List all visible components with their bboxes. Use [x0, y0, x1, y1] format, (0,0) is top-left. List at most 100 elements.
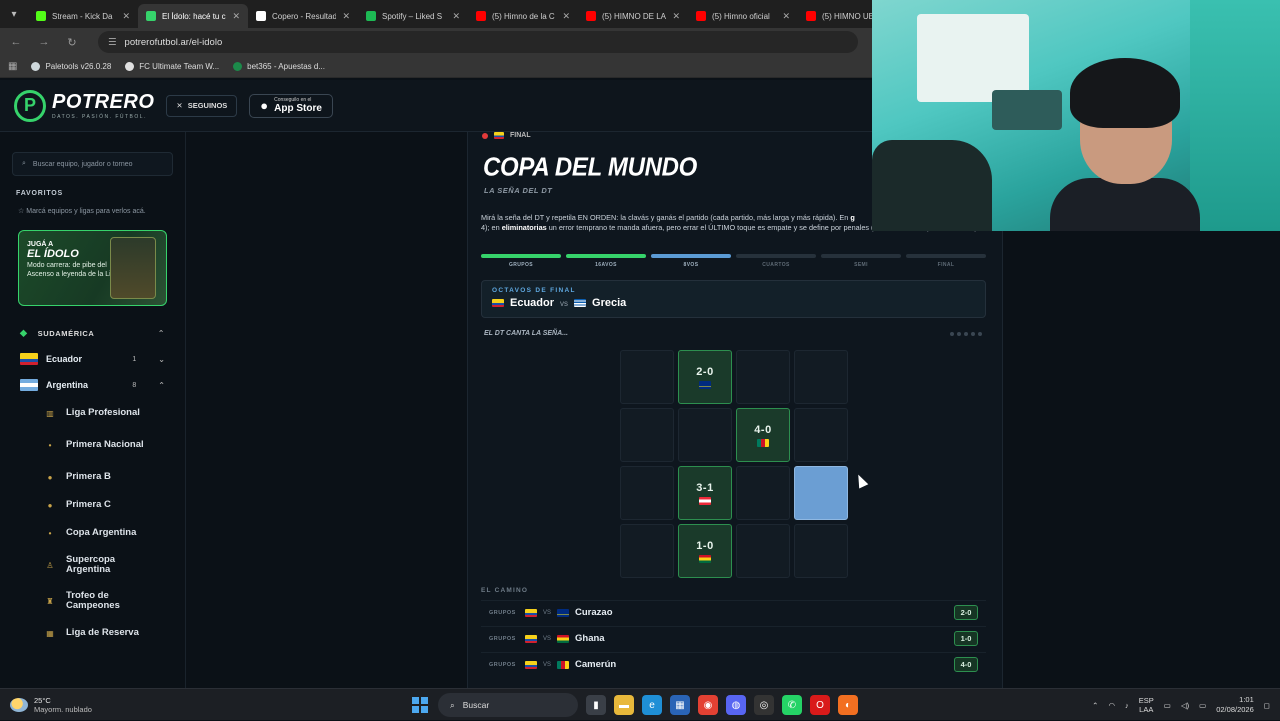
- url-field[interactable]: ☰ potrerofutbol.ar/el-idolo: [98, 31, 858, 53]
- potrero-logo[interactable]: P POTRERO DATOS. PASIÓN. FÚTBOL.: [14, 89, 154, 122]
- apps-icon[interactable]: ▦: [8, 61, 17, 72]
- weather-temp: 25°C: [34, 695, 51, 705]
- country-argentina[interactable]: Argentina 8 ⌃: [20, 379, 165, 392]
- whatsapp-icon[interactable]: ✆: [782, 695, 802, 715]
- display-icon[interactable]: ▭: [1164, 701, 1171, 710]
- language-indicator[interactable]: ESP LAA: [1139, 696, 1154, 714]
- signal-cell[interactable]: [794, 466, 848, 520]
- sidebar-league-item[interactable]: ▦ Liga de Reserva: [44, 619, 185, 647]
- browser-tab[interactable]: El Ídolo: hacé tu c ✕: [138, 4, 248, 28]
- signal-cell[interactable]: [794, 350, 848, 404]
- bookmark-item[interactable]: bet365 - Apuestas d...: [233, 62, 325, 71]
- tab-title: Stream - Kick Da: [52, 11, 113, 21]
- browser-tab[interactable]: (5) Himno de la C ✕: [468, 4, 578, 28]
- notifications-icon[interactable]: ◻: [1264, 701, 1270, 710]
- tab-search-icon[interactable]: ▾: [0, 0, 28, 28]
- signal-cell[interactable]: [620, 408, 674, 462]
- sidebar-league-item[interactable]: • Primera Nacional: [44, 427, 185, 463]
- browser-tab[interactable]: (5) Himno oficial ✕: [688, 4, 798, 28]
- ecuador-flag-icon: [494, 132, 504, 139]
- signal-cell[interactable]: [736, 466, 790, 520]
- signal-cell[interactable]: [794, 408, 848, 462]
- start-button[interactable]: [410, 695, 430, 715]
- sidebar-league-item[interactable]: ▥ Liga Profesional: [44, 399, 185, 427]
- region-sudamerica[interactable]: ⬥ SUDAMÉRICA ⌃: [20, 328, 165, 339]
- signal-cell[interactable]: [620, 350, 674, 404]
- search-input[interactable]: ⌕ Buscar equipo, jugador o torneo: [12, 152, 173, 176]
- signal-cell[interactable]: [794, 524, 848, 578]
- close-icon[interactable]: ✕: [782, 11, 790, 22]
- follow-button[interactable]: ✕ SEGUINOS: [166, 94, 238, 117]
- country-ecuador[interactable]: Ecuador 1 ⌄: [20, 353, 165, 366]
- battery-icon[interactable]: ▭: [1199, 701, 1206, 710]
- match-stage: OCTAVOS DE FINAL: [492, 287, 576, 294]
- league-label: Copa Argentina: [66, 526, 137, 538]
- close-icon[interactable]: ✕: [452, 11, 460, 22]
- network-icon[interactable]: ◠: [1108, 701, 1115, 710]
- browser-tab[interactable]: Spotify – Liked S ✕: [358, 4, 468, 28]
- browser-tab[interactable]: Stream - Kick Da ✕: [28, 4, 138, 28]
- site-info-icon[interactable]: ☰: [108, 37, 117, 48]
- signal-cell[interactable]: 1-0: [678, 524, 732, 578]
- tournament-progress: GRUPOS 16AVOS 8VOS CUARTOS SEMI FINAL: [481, 254, 986, 268]
- signal-cell[interactable]: [620, 524, 674, 578]
- chrome-icon[interactable]: ◉: [698, 695, 718, 715]
- chevron-up-icon: ⌃: [157, 329, 165, 339]
- bookmark-label: bet365 - Apuestas d...: [247, 62, 325, 71]
- close-icon[interactable]: ✕: [342, 11, 350, 22]
- close-icon[interactable]: ✕: [562, 11, 570, 22]
- bookmark-label: Paletools v26.0.28: [45, 62, 112, 71]
- signal-cell[interactable]: [736, 524, 790, 578]
- progress-bar: [566, 254, 646, 258]
- tray-overflow-icon[interactable]: ⌃: [1092, 701, 1098, 710]
- volume-icon[interactable]: ◁): [1181, 701, 1189, 710]
- opponent-flag-icon: [557, 608, 570, 617]
- bookmark-item[interactable]: Paletools v26.0.28: [31, 62, 111, 71]
- progress-bar: [651, 254, 731, 258]
- sidebar-league-item[interactable]: ♙ Supercopa Argentina: [44, 547, 185, 583]
- taskbar-search[interactable]: ⌕ Buscar: [438, 693, 578, 717]
- sidebar-league-item[interactable]: ♜ Trofeo de Campeones: [44, 583, 185, 619]
- signal-cell[interactable]: 3-1: [678, 466, 732, 520]
- path-vs: VS: [543, 661, 552, 668]
- league-badge-icon: ▦: [46, 628, 54, 638]
- el-idolo-promo-banner[interactable]: JUGÁ A EL ÍDOLO Modo carrera: de pibe de…: [18, 230, 167, 307]
- league-badge-icon: •: [48, 440, 52, 450]
- obs-icon[interactable]: ◎: [754, 695, 774, 715]
- discord-icon[interactable]: ◍: [726, 695, 746, 715]
- wall-image: [1190, 0, 1280, 231]
- file-explorer-icon[interactable]: ▬: [614, 695, 634, 715]
- signal-cell[interactable]: [620, 466, 674, 520]
- browser-tab[interactable]: (5) HIMNO DE LA ✕: [578, 4, 688, 28]
- sidebar-league-item[interactable]: • Copa Argentina: [44, 519, 185, 547]
- league-label: Trofeo de Campeones: [66, 589, 120, 612]
- task-view-icon[interactable]: ▮: [586, 695, 606, 715]
- forward-icon[interactable]: →: [36, 36, 52, 48]
- progress-bar: [906, 254, 986, 258]
- edge-icon[interactable]: e: [642, 695, 662, 715]
- opera-icon[interactable]: O: [810, 695, 830, 715]
- clock[interactable]: 1:01 02/08/2026: [1216, 695, 1254, 715]
- path-row: GRUPOS VS Camerún 4-0: [481, 652, 986, 676]
- bookmark-item[interactable]: FC Ultimate Team W...: [125, 62, 219, 71]
- signal-cell[interactable]: [736, 350, 790, 404]
- signal-cell[interactable]: 4-0: [736, 408, 790, 462]
- signal-cell[interactable]: [678, 408, 732, 462]
- signal-cell[interactable]: 2-0: [678, 350, 732, 404]
- sidebar-league-item[interactable]: ● Primera C: [44, 491, 185, 519]
- close-icon[interactable]: ✕: [672, 11, 680, 22]
- store-icon[interactable]: ▦: [670, 695, 690, 715]
- league-badge-icon: ♜: [46, 596, 54, 606]
- app-store-button[interactable]: ● Conseguilo en el App Store: [249, 93, 333, 118]
- close-icon[interactable]: ✕: [232, 11, 240, 22]
- weather-widget[interactable]: 25°C Mayorm. nublado: [0, 696, 300, 714]
- browser-tab[interactable]: Copero - Resultad ✕: [248, 4, 358, 28]
- close-icon[interactable]: ✕: [122, 11, 130, 22]
- back-icon[interactable]: ←: [8, 36, 24, 48]
- cell-score: 4-0: [754, 423, 772, 436]
- microphone-icon[interactable]: ♪: [1125, 701, 1129, 710]
- reload-icon[interactable]: ↻: [64, 36, 80, 49]
- firefox-icon[interactable]: ◐: [838, 695, 858, 715]
- vs-label: vs: [560, 298, 569, 308]
- sidebar-league-item[interactable]: ● Primera B: [44, 463, 185, 491]
